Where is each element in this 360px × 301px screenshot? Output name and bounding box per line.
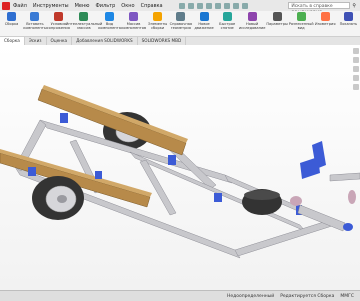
ribbon-button-icon: [176, 12, 186, 21]
ribbon-button-8[interactable]: Справочная геометрия: [169, 12, 192, 30]
help-search: Искать в справке SOLIDWORKS ⚲: [288, 2, 356, 16]
file-explorer-icon[interactable]: [353, 66, 359, 72]
ribbon-button-5[interactable]: Вид компонента: [98, 12, 121, 30]
ribbon-button-icon: [153, 12, 163, 21]
menu-menu[interactable]: Меню: [75, 3, 90, 9]
ribbon-button-label: Новый исследование: [238, 22, 266, 30]
status-bar: Недоопределенный Редактируется Сборка ММ…: [0, 290, 360, 301]
tab-2[interactable]: Эскиз: [25, 37, 47, 45]
status-mode: Редактируется Сборка: [280, 293, 335, 299]
winch-post: [290, 141, 360, 206]
ribbon-button-icon: [7, 12, 17, 21]
ribbon-button-7[interactable]: Элементы сборки: [146, 12, 169, 30]
ribbon-button-2[interactable]: Вставить компоненты: [23, 12, 47, 30]
ribbon-button-9[interactable]: Новое движение: [192, 12, 215, 30]
ribbon-button-15[interactable]: Показать: [337, 12, 360, 26]
ribbon-button-icon: [272, 12, 282, 21]
ribbon-button-icon: [247, 12, 257, 21]
ribbon-button-label: Разнесенный вид: [288, 22, 314, 30]
front-wheel: [32, 176, 84, 220]
ribbon-button-label: Изометрия: [314, 22, 336, 26]
ribbon-button-label: Вставить компоненты: [23, 22, 47, 30]
resources-icon[interactable]: [353, 48, 359, 54]
options-icon[interactable]: [241, 2, 248, 9]
ribbon-button-icon: [30, 12, 40, 21]
ribbon-button-14[interactable]: Изометрия: [314, 12, 337, 26]
menu-bar: Файл Инструменты Меню Фильтр Окно Справк…: [0, 0, 360, 16]
ribbon-button-11[interactable]: Новый исследование: [239, 12, 266, 30]
menu-help[interactable]: Справка: [141, 3, 163, 9]
ribbon-button-label: Показать: [339, 22, 358, 26]
solidworks-logo: [2, 1, 10, 10]
tab-3[interactable]: Оценка: [47, 37, 73, 45]
menu-window[interactable]: Окно: [121, 3, 134, 9]
status-definition: Недоопределенный: [226, 293, 275, 299]
ribbon-button-icon: [199, 12, 209, 21]
ribbon-button-6[interactable]: Массив компонентов: [121, 12, 146, 30]
ribbon-button-label: Быстрое снятие: [219, 22, 236, 30]
jockey-wheel: [242, 189, 282, 215]
search-input[interactable]: Искать в справке SOLIDWORKS: [288, 2, 351, 16]
ribbon-button-4[interactable]: Интеллектуальный массив: [66, 12, 102, 30]
menu-tools[interactable]: Инструменты: [33, 3, 69, 9]
ribbon-button-icon: [53, 12, 63, 21]
print-icon[interactable]: [205, 2, 212, 9]
undo-icon[interactable]: [214, 2, 221, 9]
menu-file[interactable]: Файл: [13, 3, 27, 9]
ribbon-button-label: Сборка: [4, 22, 19, 26]
task-pane-tabs: [352, 45, 360, 290]
ribbon-button-label: Новое движение: [194, 22, 214, 30]
command-manager-ribbon: Сборка Вставить компоненты Условия сопряже…: [0, 11, 360, 37]
ribbon-button-label: Параметры: [266, 22, 288, 26]
ribbon-button-icon: [129, 12, 139, 21]
save-icon[interactable]: [196, 2, 203, 9]
ribbon-button-icon: [105, 12, 115, 21]
ribbon-button-12[interactable]: Параметры: [266, 12, 289, 26]
search-icon[interactable]: ⚲: [352, 3, 356, 9]
graphics-area[interactable]: [0, 45, 360, 290]
view-palette-icon[interactable]: [353, 75, 359, 81]
tab-4[interactable]: Добавления SOLIDWORKS: [72, 37, 138, 45]
quick-access-toolbar: [178, 2, 248, 9]
ribbon-button-icon: [222, 12, 232, 21]
tab-5[interactable]: SOLIDWORKS MBD: [138, 37, 187, 45]
appearances-icon[interactable]: [353, 84, 359, 90]
ribbon-button-label: Элементы сборки: [148, 22, 168, 30]
new-icon[interactable]: [178, 2, 185, 9]
ribbon-button-10[interactable]: Быстрое снятие: [216, 12, 239, 30]
trailer-model: [0, 85, 360, 259]
rebuild-icon[interactable]: [232, 2, 239, 9]
menu-filter[interactable]: Фильтр: [95, 3, 115, 9]
ribbon-button-icon: [79, 12, 89, 21]
status-units[interactable]: ММГС: [340, 294, 354, 299]
ribbon-button-13[interactable]: Разнесенный вид: [289, 12, 314, 30]
ribbon-button-icon: [320, 12, 330, 21]
ribbon-button-label: Справочная геометрия: [169, 22, 193, 30]
tab-1[interactable]: Сборка: [0, 37, 25, 45]
design-library-icon[interactable]: [353, 57, 359, 63]
open-icon[interactable]: [187, 2, 194, 9]
ribbon-button-1[interactable]: Сборка: [0, 12, 23, 26]
ribbon-button-label: Вид компонента: [98, 22, 121, 30]
select-icon[interactable]: [223, 2, 230, 9]
ribbon-button-label: Интеллектуальный массив: [65, 22, 103, 30]
ribbon-button-icon: [343, 12, 353, 21]
ribbon-button-label: Массив компонентов: [121, 22, 147, 30]
ribbon-button-icon: [296, 12, 306, 21]
